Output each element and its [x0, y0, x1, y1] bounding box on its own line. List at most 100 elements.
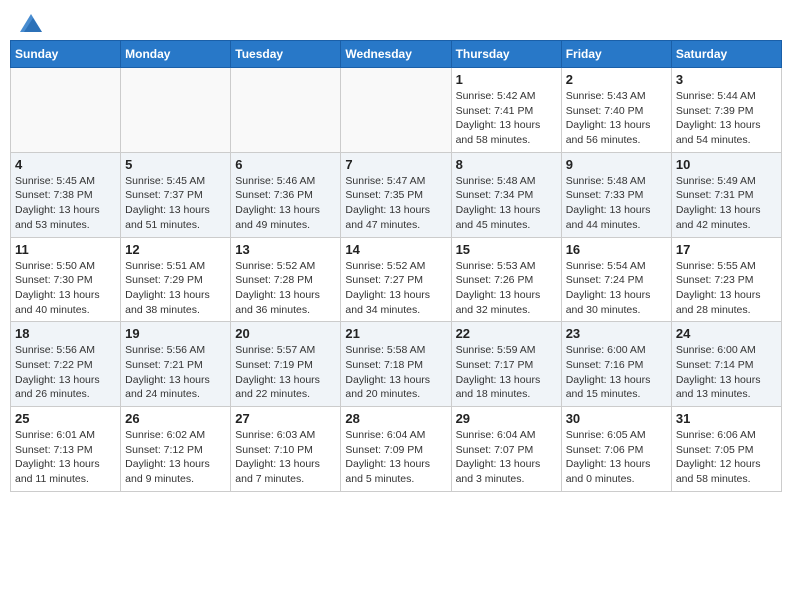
calendar-day-cell: 26Sunrise: 6:02 AMSunset: 7:12 PMDayligh…: [121, 407, 231, 492]
calendar-day-cell: 20 Sunrise: 5:57 AMSunset: 7:19 PMDayligh…: [231, 322, 341, 407]
calendar-day-cell: 15 Sunrise: 5:53 AMSunset: 7:26 PMDayligh…: [451, 237, 561, 322]
day-number: 30: [566, 411, 667, 426]
day-number: 9: [566, 157, 667, 172]
day-info: Sunrise: 5:46 AMSunset: 7:36 PMDaylight:…: [235, 174, 336, 233]
calendar-day-cell: 25 Sunrise: 6:01 AMSunset: 7:13 PMDayligh…: [11, 407, 121, 492]
day-of-week-header: Saturday: [671, 41, 781, 68]
day-info: Sunrise: 5:42 AMSunset: 7:41 PMDaylight:…: [456, 89, 557, 148]
day-number: 15: [456, 242, 557, 257]
calendar-day-cell: 14 Sunrise: 5:52 AMSunset: 7:27 PMDayligh…: [341, 237, 451, 322]
day-info: Sunrise: 5:53 AMSunset: 7:26 PMDaylight:…: [456, 259, 557, 318]
day-info: Sunrise: 5:44 AMSunset: 7:39 PMDaylight:…: [676, 89, 777, 148]
calendar-day-cell: 16 Sunrise: 5:54 AMSunset: 7:24 PMDayligh…: [561, 237, 671, 322]
day-number: 14: [345, 242, 446, 257]
day-number: 1: [456, 72, 557, 87]
day-number: 10: [676, 157, 777, 172]
calendar-day-cell: 13 Sunrise: 5:52 AMSunset: 7:28 PMDayligh…: [231, 237, 341, 322]
logo: [18, 14, 42, 28]
calendar-week-row: 25 Sunrise: 6:01 AMSunset: 7:13 PMDayligh…: [11, 407, 782, 492]
day-number: 29: [456, 411, 557, 426]
day-info: Sunrise: 6:02 AMSunset: 7:12 PMDaylight:…: [125, 428, 226, 487]
day-number: 5: [125, 157, 226, 172]
day-number: 3: [676, 72, 777, 87]
day-number: 27: [235, 411, 336, 426]
day-info: Sunrise: 5:59 AMSunset: 7:17 PMDaylight:…: [456, 343, 557, 402]
calendar-table: SundayMondayTuesdayWednesdayThursdayFrid…: [10, 40, 782, 492]
day-number: 11: [15, 242, 116, 257]
day-of-week-header: Tuesday: [231, 41, 341, 68]
day-info: Sunrise: 5:48 AMSunset: 7:33 PMDaylight:…: [566, 174, 667, 233]
day-info: Sunrise: 6:00 AMSunset: 7:14 PMDaylight:…: [676, 343, 777, 402]
day-of-week-header: Friday: [561, 41, 671, 68]
day-number: 23: [566, 326, 667, 341]
calendar-day-cell: 21Sunrise: 5:58 AMSunset: 7:18 PMDayligh…: [341, 322, 451, 407]
day-info: Sunrise: 6:04 AMSunset: 7:09 PMDaylight:…: [345, 428, 446, 487]
calendar-day-cell: 18Sunrise: 5:56 AMSunset: 7:22 PMDayligh…: [11, 322, 121, 407]
day-info: Sunrise: 5:45 AMSunset: 7:37 PMDaylight:…: [125, 174, 226, 233]
day-info: Sunrise: 6:05 AMSunset: 7:06 PMDaylight:…: [566, 428, 667, 487]
day-info: Sunrise: 6:06 AMSunset: 7:05 PMDaylight:…: [676, 428, 777, 487]
calendar-day-cell: 12Sunrise: 5:51 AMSunset: 7:29 PMDayligh…: [121, 237, 231, 322]
day-info: Sunrise: 5:57 AMSunset: 7:19 PMDaylight:…: [235, 343, 336, 402]
logo-icon: [20, 14, 42, 32]
day-info: Sunrise: 5:47 AMSunset: 7:35 PMDaylight:…: [345, 174, 446, 233]
calendar-day-cell: [11, 68, 121, 153]
calendar-day-cell: 23Sunrise: 6:00 AMSunset: 7:16 PMDayligh…: [561, 322, 671, 407]
day-number: 24: [676, 326, 777, 341]
day-number: 17: [676, 242, 777, 257]
day-of-week-header: Sunday: [11, 41, 121, 68]
day-info: Sunrise: 5:45 AMSunset: 7:38 PMDaylight:…: [15, 174, 116, 233]
day-number: 13: [235, 242, 336, 257]
day-number: 25: [15, 411, 116, 426]
day-info: Sunrise: 5:56 AMSunset: 7:22 PMDaylight:…: [15, 343, 116, 402]
day-number: 2: [566, 72, 667, 87]
calendar-day-cell: 17Sunrise: 5:55 AMSunset: 7:23 PMDayligh…: [671, 237, 781, 322]
calendar-day-cell: 3 Sunrise: 5:44 AMSunset: 7:39 PMDaylight…: [671, 68, 781, 153]
calendar-day-cell: 6 Sunrise: 5:46 AMSunset: 7:36 PMDaylight…: [231, 152, 341, 237]
day-number: 7: [345, 157, 446, 172]
calendar-day-cell: 31 Sunrise: 6:06 AMSunset: 7:05 PMDayligh…: [671, 407, 781, 492]
day-info: Sunrise: 5:56 AMSunset: 7:21 PMDaylight:…: [125, 343, 226, 402]
calendar-day-cell: 4 Sunrise: 5:45 AMSunset: 7:38 PMDaylight…: [11, 152, 121, 237]
day-number: 31: [676, 411, 777, 426]
day-info: Sunrise: 5:52 AMSunset: 7:27 PMDaylight:…: [345, 259, 446, 318]
day-number: 6: [235, 157, 336, 172]
calendar-day-cell: 9 Sunrise: 5:48 AMSunset: 7:33 PMDaylight…: [561, 152, 671, 237]
calendar-week-row: 1 Sunrise: 5:42 AMSunset: 7:41 PMDaylight…: [11, 68, 782, 153]
calendar-day-cell: 28Sunrise: 6:04 AMSunset: 7:09 PMDayligh…: [341, 407, 451, 492]
day-info: Sunrise: 5:49 AMSunset: 7:31 PMDaylight:…: [676, 174, 777, 233]
day-info: Sunrise: 6:04 AMSunset: 7:07 PMDaylight:…: [456, 428, 557, 487]
day-info: Sunrise: 5:51 AMSunset: 7:29 PMDaylight:…: [125, 259, 226, 318]
day-of-week-header: Thursday: [451, 41, 561, 68]
calendar-day-cell: 5 Sunrise: 5:45 AMSunset: 7:37 PMDaylight…: [121, 152, 231, 237]
calendar-week-row: 18Sunrise: 5:56 AMSunset: 7:22 PMDayligh…: [11, 322, 782, 407]
calendar-day-cell: 29 Sunrise: 6:04 AMSunset: 7:07 PMDayligh…: [451, 407, 561, 492]
calendar-day-cell: 27 Sunrise: 6:03 AMSunset: 7:10 PMDayligh…: [231, 407, 341, 492]
day-info: Sunrise: 5:54 AMSunset: 7:24 PMDaylight:…: [566, 259, 667, 318]
day-info: Sunrise: 5:43 AMSunset: 7:40 PMDaylight:…: [566, 89, 667, 148]
calendar-day-cell: 10 Sunrise: 5:49 AMSunset: 7:31 PMDayligh…: [671, 152, 781, 237]
day-number: 16: [566, 242, 667, 257]
calendar-day-cell: 24 Sunrise: 6:00 AMSunset: 7:14 PMDayligh…: [671, 322, 781, 407]
day-number: 19: [125, 326, 226, 341]
day-info: Sunrise: 5:58 AMSunset: 7:18 PMDaylight:…: [345, 343, 446, 402]
calendar-day-cell: 1 Sunrise: 5:42 AMSunset: 7:41 PMDaylight…: [451, 68, 561, 153]
day-info: Sunrise: 5:52 AMSunset: 7:28 PMDaylight:…: [235, 259, 336, 318]
day-info: Sunrise: 5:48 AMSunset: 7:34 PMDaylight:…: [456, 174, 557, 233]
day-number: 22: [456, 326, 557, 341]
calendar-week-row: 4 Sunrise: 5:45 AMSunset: 7:38 PMDaylight…: [11, 152, 782, 237]
day-number: 20: [235, 326, 336, 341]
day-number: 4: [15, 157, 116, 172]
calendar-day-cell: [121, 68, 231, 153]
day-info: Sunrise: 6:03 AMSunset: 7:10 PMDaylight:…: [235, 428, 336, 487]
day-number: 8: [456, 157, 557, 172]
calendar-day-cell: 22 Sunrise: 5:59 AMSunset: 7:17 PMDayligh…: [451, 322, 561, 407]
calendar-day-cell: 2 Sunrise: 5:43 AMSunset: 7:40 PMDaylight…: [561, 68, 671, 153]
calendar-day-cell: 19 Sunrise: 5:56 AMSunset: 7:21 PMDayligh…: [121, 322, 231, 407]
day-of-week-header: Wednesday: [341, 41, 451, 68]
calendar-day-cell: 8 Sunrise: 5:48 AMSunset: 7:34 PMDaylight…: [451, 152, 561, 237]
calendar-week-row: 11 Sunrise: 5:50 AMSunset: 7:30 PMDayligh…: [11, 237, 782, 322]
day-info: Sunrise: 5:50 AMSunset: 7:30 PMDaylight:…: [15, 259, 116, 318]
calendar-day-cell: 11 Sunrise: 5:50 AMSunset: 7:30 PMDayligh…: [11, 237, 121, 322]
day-info: Sunrise: 6:01 AMSunset: 7:13 PMDaylight:…: [15, 428, 116, 487]
